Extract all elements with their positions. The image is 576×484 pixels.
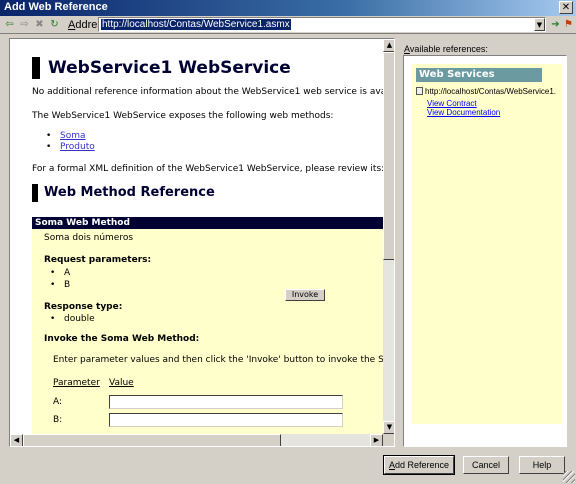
exposes-text: The WebService1 WebService exposes the f… — [32, 111, 334, 121]
no-info-text: No additional reference information abou… — [32, 87, 383, 97]
invoke-instructions: Enter parameter values and then click th… — [53, 355, 383, 365]
page-title: WebService1 WebService — [32, 57, 383, 79]
window-title: Add Web Reference — [4, 1, 108, 13]
param-a-label: A: — [53, 397, 63, 407]
refresh-icon[interactable]: ↻ — [48, 18, 61, 31]
help-button[interactable]: Help — [519, 456, 565, 474]
view-documentation-link[interactable]: View Documentation — [427, 108, 500, 117]
invoke-button[interactable]: Invoke — [285, 289, 325, 301]
method-description: Soma dois números — [44, 233, 134, 243]
close-icon[interactable]: ✕ — [559, 1, 573, 14]
view-contract-link[interactable]: View Contract — [427, 99, 477, 108]
available-references-panel: Web Services http://localhost/Contas/Web… — [403, 55, 567, 447]
formal-definition-text: For a formal XML definition of the WebSe… — [32, 164, 383, 174]
add-reference-button[interactable]: Add Reference — [383, 455, 455, 475]
method-link-produto[interactable]: Produto — [60, 142, 95, 152]
resize-grip[interactable] — [563, 471, 575, 483]
method-header: Soma Web Method — [32, 217, 383, 229]
request-params-heading: Request parameters: — [44, 255, 152, 265]
param-a-input[interactable] — [109, 395, 343, 409]
scroll-right-icon[interactable]: ▶ — [370, 434, 383, 446]
vertical-scrollbar[interactable]: ▲ ▼ — [383, 39, 394, 434]
scroll-left-icon[interactable]: ◀ — [10, 434, 23, 446]
method-reference-heading: Web Method Reference — [32, 184, 383, 202]
web-services-header: Web Services — [416, 68, 542, 82]
horizontal-scrollbar[interactable]: ◀ ▶ — [10, 434, 383, 446]
list-item: Soma — [46, 131, 86, 141]
back-icon[interactable]: ⇦ — [3, 18, 16, 31]
param-b-input[interactable] — [109, 413, 343, 427]
value-column-header: Value — [109, 378, 134, 388]
invoke-heading: Invoke the Soma Web Method: — [44, 334, 200, 344]
scroll-corner — [383, 434, 394, 446]
cancel-button[interactable]: Cancel — [463, 456, 509, 474]
horizontal-scroll-thumb[interactable] — [23, 434, 281, 446]
method-panel: Soma Web Method Soma dois números Reques… — [32, 217, 383, 434]
stop-icon[interactable]: ✖ — [33, 18, 46, 31]
references-list: Web Services http://localhost/Contas/Web… — [412, 64, 562, 424]
list-item: B — [50, 280, 71, 290]
scroll-up-icon[interactable]: ▲ — [383, 39, 394, 52]
available-references-label: Available references: — [404, 44, 488, 54]
parameter-column-header: Parameter — [53, 378, 100, 388]
chevron-down-icon[interactable]: ▼ — [534, 18, 545, 31]
scroll-down-icon[interactable]: ▼ — [383, 421, 394, 434]
go-icon[interactable]: ➔ — [549, 18, 562, 31]
response-type-heading: Response type: — [44, 302, 123, 312]
reference-url: http://localhost/Contas/WebService1.asr — [416, 86, 556, 98]
links-icon[interactable]: ⚑ — [562, 18, 575, 31]
address-field[interactable]: http://localhost/Contas/WebService1.asmx… — [98, 17, 546, 32]
browser-toolbar: ⇦ ⇨ ✖ ↻ Address: http://localhost/Contas… — [0, 16, 576, 34]
vertical-scroll-thumb[interactable] — [383, 52, 394, 260]
title-bar: Add Web Reference ✕ — [0, 0, 576, 16]
list-item: double — [50, 314, 95, 324]
address-value: http://localhost/Contas/WebService1.asmx — [101, 19, 291, 30]
page-content: WebService1 WebService No additional ref… — [10, 39, 383, 434]
document-icon — [416, 87, 423, 95]
forward-icon[interactable]: ⇨ — [18, 18, 31, 31]
method-link-soma[interactable]: Soma — [60, 131, 86, 141]
list-item: Produto — [46, 142, 95, 152]
web-browser-pane: WebService1 WebService No additional ref… — [9, 38, 395, 447]
param-b-label: B: — [53, 415, 63, 425]
list-item: A — [50, 268, 71, 278]
